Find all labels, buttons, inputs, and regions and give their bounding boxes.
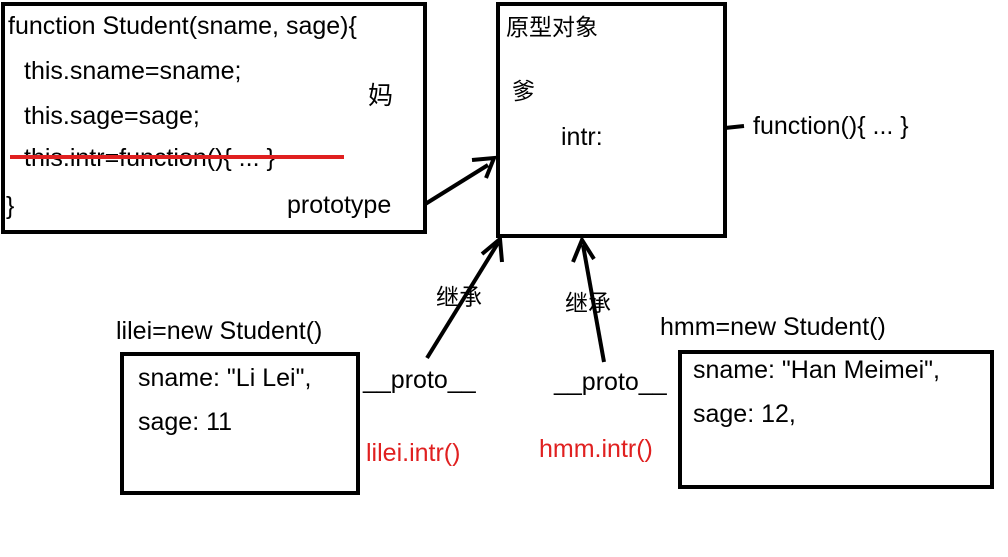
hmm-inherit-label: 继承 [565, 290, 611, 316]
constructor-line-3: this.sage=sage; [24, 102, 200, 130]
lilei-intr-call: lilei.intr() [366, 439, 461, 467]
hmm-line-2: sage: 12, [693, 400, 796, 428]
lilei-line-2: sage: 11 [138, 408, 233, 436]
lilei-line-1: sname: "Li Lei", [138, 364, 312, 392]
hmm-proto-label: __proto__ [554, 368, 667, 396]
hmm-line-1: sname: "Han Meimei", [693, 356, 940, 384]
intr-label: intr: [561, 123, 603, 151]
prototype-label: prototype [287, 191, 392, 219]
mother-label: 妈 [368, 82, 394, 110]
constructor-line-1: function Student(sname, sage){ [8, 12, 357, 40]
red-strike-line [10, 155, 344, 159]
lilei-inherit-label: 继承 [436, 284, 482, 310]
constructor-line-2: this.sname=sname; [24, 57, 242, 85]
constructor-line-5: } [6, 192, 15, 220]
lilei-proto-label: __proto__ [363, 366, 476, 394]
prototype-object-title: 原型对象 [506, 14, 598, 40]
function-label: function(){ ... } [753, 112, 909, 140]
lilei-heading: lilei=new Student() [116, 317, 323, 345]
hmm-intr-call: hmm.intr() [539, 435, 653, 463]
father-label: 爹 [512, 78, 535, 104]
hmm-heading: hmm=new Student() [660, 313, 886, 341]
